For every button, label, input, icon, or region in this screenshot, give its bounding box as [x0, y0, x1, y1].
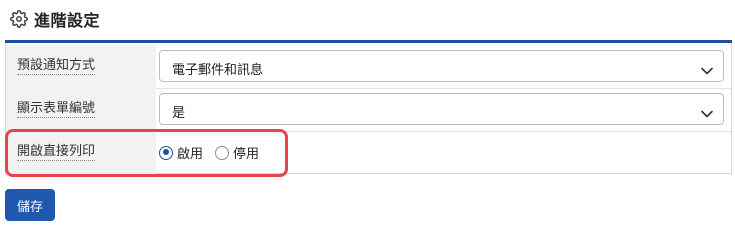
setting-row-direct-print: 開啟直接列印 啟用 停用: [6, 131, 731, 174]
form-number-select[interactable]: 是: [159, 93, 724, 125]
radio-option-enable[interactable]: 啟用: [159, 143, 203, 162]
label-cell: 開啟直接列印: [6, 131, 156, 174]
chevron-down-icon: [701, 61, 713, 75]
radio-option-disable[interactable]: 停用: [215, 143, 259, 162]
radio-disable-label: 停用: [233, 147, 260, 162]
notification-select-value: 電子郵件和訊息: [172, 63, 264, 78]
notification-select[interactable]: 電子郵件和訊息: [159, 50, 724, 82]
label-cell: 顯示表單編號: [6, 88, 156, 131]
setting-row-form-number: 顯示表單編號 是: [6, 88, 731, 132]
direct-print-radio-group: 啟用 停用: [159, 143, 271, 162]
radio-enable-label: 啟用: [177, 147, 204, 162]
form-number-select-value: 是: [172, 106, 186, 121]
radio-enable[interactable]: [159, 145, 173, 160]
direct-print-label: 開啟直接列印: [17, 144, 96, 161]
radio-disable[interactable]: [215, 145, 230, 160]
notification-label: 預設通知方式: [17, 58, 96, 75]
save-button[interactable]: 儲存: [5, 189, 55, 221]
settings-panel: 預設通知方式 電子郵件和訊息 顯示表單編號 是 開啟直接列印 啟用 停用: [5, 43, 732, 174]
gear-icon: [10, 10, 28, 28]
page-title: 進階設定: [34, 11, 101, 30]
setting-row-notification: 預設通知方式 電子郵件和訊息: [6, 45, 731, 89]
form-number-label: 顯示表單編號: [17, 101, 96, 118]
label-cell: 預設通知方式: [6, 45, 156, 88]
section-header: 進階設定: [10, 7, 100, 31]
chevron-down-icon: [701, 104, 713, 118]
